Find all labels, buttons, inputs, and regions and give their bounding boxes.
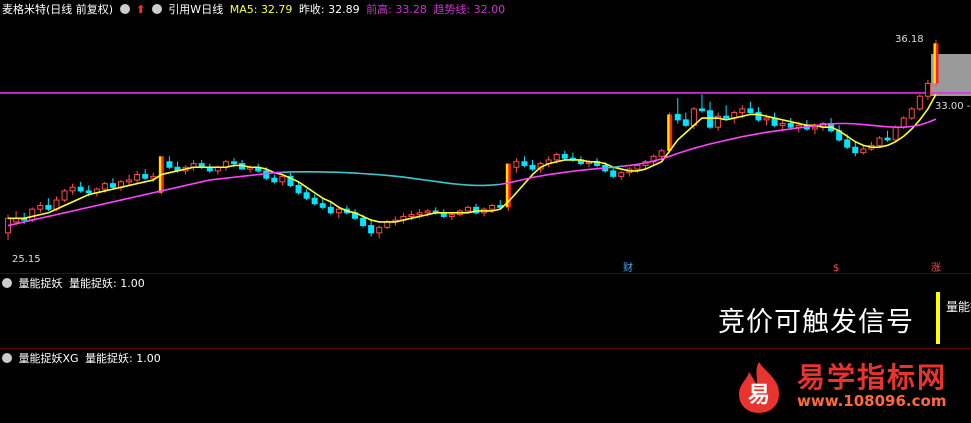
candle-body xyxy=(634,164,641,170)
panel3-title: 量能捉妖XG xyxy=(18,352,79,365)
candle-body xyxy=(416,212,423,216)
panel2-param: 量能捉妖: 1.00 xyxy=(69,277,145,290)
candle-body xyxy=(561,153,568,159)
watermark-name: 易学指标网 xyxy=(797,361,948,394)
panel2-partial-label: 量能捉 xyxy=(946,300,971,314)
watermark-url: www.108096.com xyxy=(797,392,947,410)
candle-body xyxy=(610,170,617,177)
panel2-header: 量能捉妖 量能捉妖: 1.00 xyxy=(2,277,148,291)
candle-body xyxy=(908,108,915,119)
candle-body xyxy=(464,206,471,212)
signal-bar xyxy=(936,292,940,344)
panel3-header: 量能捉妖XG 量能捉妖: 1.00 xyxy=(2,352,164,366)
candle-body xyxy=(109,183,116,188)
candle-body xyxy=(529,164,536,170)
candle-body xyxy=(682,119,689,126)
candle-body xyxy=(739,108,746,114)
price-low-label: 25.15 xyxy=(12,254,41,265)
limit-up-candle-left xyxy=(667,114,670,151)
candle-body xyxy=(900,117,907,128)
candle-body xyxy=(513,161,520,168)
candle-body xyxy=(101,183,108,190)
candle-body xyxy=(521,161,528,166)
candle-body xyxy=(61,190,68,201)
candle-body xyxy=(892,126,899,141)
candle-body xyxy=(844,139,851,148)
right-price-label: 33.00 - xyxy=(935,101,971,112)
candlestick-chart[interactable]: 36.18 25.15 33.00 - 财 $ 涨 xyxy=(0,0,971,273)
candle-body xyxy=(295,184,302,194)
candle-body xyxy=(303,192,310,199)
ma-short-line xyxy=(8,93,937,223)
candle-body xyxy=(335,208,342,214)
candle-body xyxy=(424,210,431,214)
candle-body xyxy=(674,113,681,121)
candle-body xyxy=(142,174,149,179)
event-marker-finance[interactable]: 财 xyxy=(623,261,633,273)
limit-up-candle-left xyxy=(933,43,936,84)
limit-up-candle-right xyxy=(935,43,939,84)
candle-body xyxy=(763,117,770,121)
candle-body xyxy=(166,161,173,168)
candle-body xyxy=(876,137,883,146)
price-high-label: 36.18 xyxy=(895,34,924,45)
candle-body xyxy=(811,126,818,130)
candle-body xyxy=(37,205,44,210)
price-chart-panel[interactable]: 麦格米特(日线 前复权) ⬆ 引用W日线 MA5: 32.79 昨收: 32.8… xyxy=(0,0,971,273)
event-marker-rise[interactable]: 涨 xyxy=(931,262,941,273)
candle-body xyxy=(779,123,786,126)
candle-body xyxy=(448,214,455,217)
limit-up-candle-right xyxy=(669,114,673,151)
signal-notice: 竞价可触发信号 xyxy=(718,307,914,338)
gear-icon[interactable] xyxy=(2,353,12,363)
candle-body xyxy=(126,179,133,183)
watermark-logo: 易 xyxy=(739,362,779,413)
candle-body xyxy=(553,153,560,161)
candle-body xyxy=(327,206,334,214)
candle-body xyxy=(376,226,383,234)
candle-body xyxy=(884,137,891,141)
limit-up-candle-left xyxy=(505,163,509,208)
candle-body xyxy=(860,148,867,154)
candle-body xyxy=(924,82,931,97)
candle-body xyxy=(408,214,415,217)
candle-body xyxy=(368,225,375,234)
candle-body xyxy=(45,205,52,210)
candle-body xyxy=(707,110,714,128)
watermark-logo-char: 易 xyxy=(748,383,770,408)
candle-body xyxy=(29,208,36,221)
panel3-param: 量能捉妖: 1.00 xyxy=(85,352,161,365)
candle-body xyxy=(658,150,665,157)
panel2-title: 量能捉妖 xyxy=(18,277,63,290)
candle-body xyxy=(271,177,278,183)
candle-body xyxy=(279,175,286,183)
candle-body xyxy=(787,123,794,128)
candle-body xyxy=(69,186,76,192)
candle-body xyxy=(698,108,705,112)
candle-body xyxy=(319,203,326,208)
candle-body xyxy=(489,205,496,210)
candle-body xyxy=(360,217,367,227)
candle-body xyxy=(230,161,237,165)
candle-body xyxy=(723,115,730,119)
gear-icon[interactable] xyxy=(2,278,12,288)
candle-body xyxy=(852,146,859,154)
candle-body xyxy=(618,172,625,177)
candle-body xyxy=(311,197,318,205)
candle-body xyxy=(747,108,754,114)
event-marker-dividend[interactable]: $ xyxy=(833,263,839,273)
candle-body xyxy=(916,95,923,110)
candle-body xyxy=(85,190,92,194)
ma-long-line xyxy=(282,171,501,187)
candle-body xyxy=(134,174,141,181)
candle-body xyxy=(384,221,391,228)
candle-body xyxy=(77,186,84,192)
ma-long-line xyxy=(7,171,283,227)
